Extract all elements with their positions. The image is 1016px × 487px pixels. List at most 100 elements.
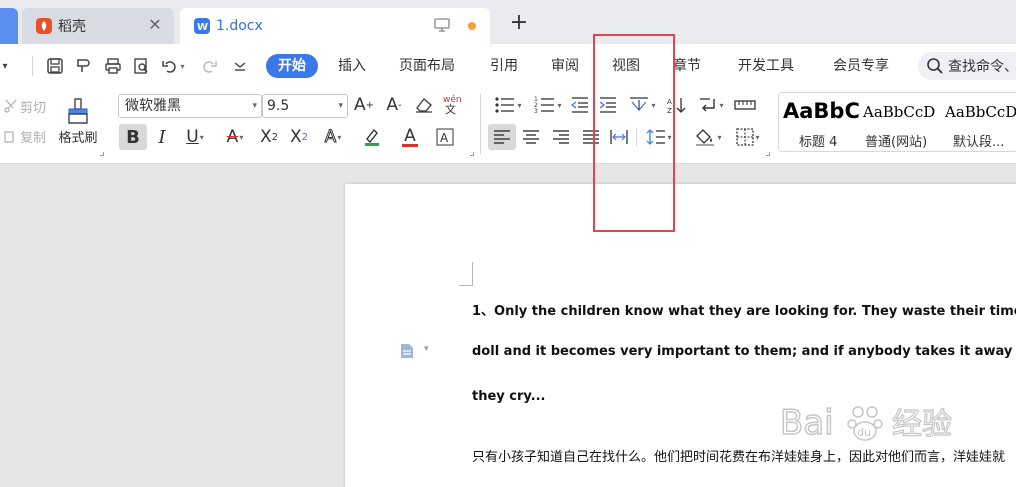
redo-icon[interactable]	[198, 56, 220, 76]
style-default-paragraph[interactable]: AaBbCcD 默认段...	[945, 93, 1016, 151]
chevron-down-icon[interactable]: ▾	[424, 344, 429, 354]
align-left-button[interactable]	[488, 124, 516, 150]
save-icon[interactable]	[44, 56, 66, 76]
unsaved-dot-icon	[468, 22, 476, 30]
page-margin-marker	[459, 262, 473, 286]
char-border-icon: A	[436, 128, 454, 146]
ruler-button[interactable]	[732, 94, 758, 116]
styles-gallery: AaBbC 标题 4 AaBbCcD 普通(网站) AaBbCcD 默认段...	[778, 92, 1016, 152]
bullets-button[interactable]: ▾	[490, 94, 526, 116]
group-launcher-icon[interactable]	[766, 152, 770, 156]
scissors-icon	[4, 99, 17, 113]
paragraph-1[interactable]: 1、Only the children know what they are l…	[472, 300, 1016, 319]
docer-icon	[36, 18, 52, 34]
font-color-button[interactable]: A	[392, 124, 428, 150]
numbered-list-icon: 123	[534, 96, 555, 114]
customize-toolbar-icon[interactable]	[230, 56, 250, 76]
borders-button[interactable]: ▾	[730, 124, 766, 150]
eraser-icon	[416, 97, 432, 113]
copy-icon	[4, 131, 14, 143]
highlighter-icon	[365, 128, 379, 146]
close-icon[interactable]: ✕	[146, 16, 164, 34]
svg-text:W: W	[197, 22, 208, 33]
tab-insert[interactable]: 插入	[338, 55, 366, 77]
numbering-button[interactable]: 1 2 3 ▾	[530, 94, 566, 116]
align-center-button[interactable]	[518, 124, 544, 150]
format-painter-button[interactable]: 格式刷	[56, 92, 100, 150]
separator	[32, 56, 33, 76]
bullet-list-icon	[495, 97, 515, 113]
wps-writer-window: 稻壳 ✕ W 1.docx + ▾ ▾ 开始 插入 页面布局 引用 审阅 视图 …	[0, 0, 1016, 487]
tab-docer[interactable]: 稻壳 ✕	[22, 8, 174, 44]
underline-button[interactable]: U ▾	[178, 124, 212, 150]
tab-home[interactable]: 开始	[266, 54, 318, 78]
border-icon	[736, 128, 755, 146]
cut-label: 剪切	[19, 100, 46, 116]
print-preview-icon[interactable]	[130, 56, 152, 76]
paragraph-handle-icon[interactable]	[400, 343, 414, 359]
tab-member[interactable]: 会员专享	[833, 55, 889, 77]
show-marks-button[interactable]: ▾	[694, 94, 728, 116]
phonetic-guide-button[interactable]: wén 文	[440, 92, 466, 116]
print-icon[interactable]	[102, 56, 124, 76]
tab-references[interactable]: 引用	[490, 55, 518, 77]
decrease-indent-button[interactable]	[568, 94, 592, 116]
font-family-value: 微软雅黑	[125, 98, 181, 114]
align-right-button[interactable]	[548, 124, 574, 150]
paragraph-2[interactable]: doll and it becomes very important to th…	[472, 344, 1016, 359]
group-launcher-icon[interactable]	[100, 152, 104, 156]
group-launcher-icon[interactable]	[470, 152, 474, 156]
paragraph-mark-icon	[700, 98, 716, 112]
font-size-select[interactable]: 9.5 ▾	[262, 94, 348, 118]
style-normal-web-sample: AaBbCcD	[863, 103, 936, 121]
watermark-text-jingyan: 经验	[892, 407, 952, 442]
grow-font-button[interactable]: A +	[352, 94, 376, 116]
writer-doc-icon: W	[194, 18, 210, 34]
style-heading4-name: 标题 4	[799, 135, 838, 150]
search-icon	[926, 57, 944, 75]
menu-dropdown-icon[interactable]: ▾	[0, 56, 10, 76]
shading-button[interactable]: ▾	[690, 124, 726, 150]
watermark-text-du: du	[857, 426, 871, 439]
superscript-button[interactable]: X2	[256, 124, 282, 150]
italic-button[interactable]: I	[150, 124, 174, 150]
align-center-icon	[523, 130, 539, 144]
strikethrough-button[interactable]: A ▾	[218, 124, 252, 150]
shrink-font-button[interactable]: A-	[382, 94, 406, 116]
cut-button[interactable]: 剪切	[0, 96, 50, 116]
style-normal-web[interactable]: AaBbCcD 普通(网站)	[863, 93, 945, 151]
command-search[interactable]: 查找命令、	[918, 52, 1016, 80]
undo-icon[interactable]: ▾	[160, 56, 186, 76]
tab-review[interactable]: 审阅	[551, 55, 579, 77]
subscript-button[interactable]: X2	[286, 124, 312, 150]
style-heading4[interactable]: AaBbC 标题 4	[779, 93, 865, 151]
copy-button[interactable]: 复制	[0, 126, 50, 146]
baidu-watermark: Bai du 经验	[779, 398, 1000, 444]
tab-bar: 稻壳 ✕ W 1.docx +	[0, 0, 1016, 44]
new-tab-button[interactable]: +	[508, 12, 530, 34]
ribbon-home: 剪切 复制 格式刷 微软雅黑 ▾ 9.5 ▾ A + A- wén 文 B I …	[0, 88, 1016, 164]
text-effect-button[interactable]: A ▾	[316, 124, 350, 150]
paintbrush-icon	[68, 97, 88, 124]
svg-text:A: A	[440, 131, 449, 145]
tab-page-layout[interactable]: 页面布局	[399, 55, 455, 77]
paragraph-4[interactable]: 只有小孩子知道自己在找什么。他们把时间花费在布洋娃娃身上，因此对他们而言，洋娃娃…	[472, 446, 1005, 465]
tab-developer[interactable]: 开发工具	[738, 55, 794, 77]
font-family-select[interactable]: 微软雅黑 ▾	[118, 94, 262, 118]
paragraph-3[interactable]: they cry...	[472, 389, 546, 404]
search-input[interactable]: 查找命令、	[948, 56, 1016, 76]
svg-text:文: 文	[445, 102, 456, 115]
tab-chapter[interactable]: 章节	[673, 55, 701, 77]
clear-format-button[interactable]	[412, 94, 436, 116]
character-border-button[interactable]: A	[432, 124, 458, 150]
highlight-color-button[interactable]	[354, 124, 390, 150]
tab-document[interactable]: W 1.docx	[180, 8, 490, 44]
format-icon[interactable]	[72, 56, 94, 76]
monitor-icon[interactable]	[434, 18, 450, 32]
format-painter-label: 格式刷	[58, 130, 98, 146]
ruler-icon	[734, 100, 756, 110]
style-default-paragraph-sample: AaBbCcD	[945, 103, 1016, 121]
bold-button[interactable]: B	[119, 124, 147, 150]
home-tab-stub[interactable]	[0, 8, 18, 44]
chevron-down-icon[interactable]: ▾	[180, 62, 184, 71]
